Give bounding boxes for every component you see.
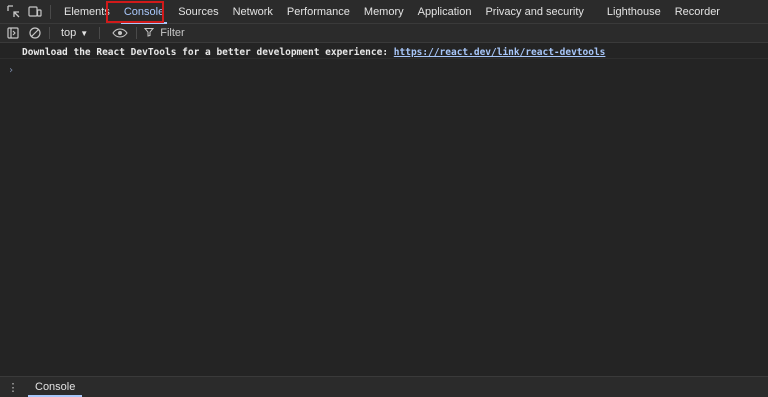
tab-privacy-and-security[interactable]: Privacy and security bbox=[478, 0, 599, 24]
console-prompt-icon[interactable]: › bbox=[8, 65, 14, 76]
tab-recorder[interactable]: Recorder bbox=[668, 0, 727, 24]
bottom-drawer: ⋮ Console bbox=[0, 376, 768, 397]
react-devtools-link[interactable]: https://react.dev/link/react-devtools bbox=[394, 47, 606, 58]
toolbar-separator bbox=[99, 27, 101, 39]
clear-console-icon[interactable] bbox=[26, 24, 44, 42]
console-message: Download the React DevTools for a better… bbox=[0, 43, 768, 59]
context-selector-value: top bbox=[61, 27, 77, 39]
sidebar-toggle-icon[interactable] bbox=[4, 24, 22, 42]
tab-network[interactable]: Network bbox=[226, 0, 280, 24]
filter-icon bbox=[144, 27, 155, 40]
tab-performance[interactable]: Performance bbox=[280, 0, 357, 24]
console-output[interactable]: Download the React DevTools for a better… bbox=[0, 43, 768, 376]
tab-bar-separator bbox=[50, 4, 51, 19]
tab-memory[interactable]: Memory bbox=[357, 0, 411, 24]
console-message-text: Download the React DevTools for a better… bbox=[22, 47, 394, 58]
tab-elements[interactable]: Elements bbox=[57, 0, 117, 24]
tab-console[interactable]: Console bbox=[117, 0, 171, 24]
tab-application[interactable]: Application bbox=[411, 0, 479, 24]
filter-input[interactable]: Filter bbox=[144, 27, 185, 40]
toolbar-separator bbox=[136, 27, 138, 39]
console-toolbar: top ▼ Filter bbox=[0, 24, 768, 43]
drawer-tab-console[interactable]: Console bbox=[28, 377, 83, 397]
device-toolbar-icon[interactable] bbox=[26, 3, 44, 21]
context-selector[interactable]: top ▼ bbox=[55, 24, 94, 43]
inspect-element-icon[interactable] bbox=[4, 3, 22, 21]
chevron-down-icon: ▼ bbox=[80, 28, 89, 38]
tab-sources[interactable]: Sources bbox=[171, 0, 225, 24]
eye-icon[interactable] bbox=[109, 24, 131, 42]
filter-placeholder: Filter bbox=[160, 27, 185, 39]
more-options-icon[interactable]: ⋮ bbox=[6, 381, 20, 394]
tab-lighthouse[interactable]: Lighthouse bbox=[600, 0, 668, 24]
toolbar-separator bbox=[49, 27, 50, 39]
devtools-tab-bar: Elements Console Sources Network Perform… bbox=[0, 0, 768, 24]
